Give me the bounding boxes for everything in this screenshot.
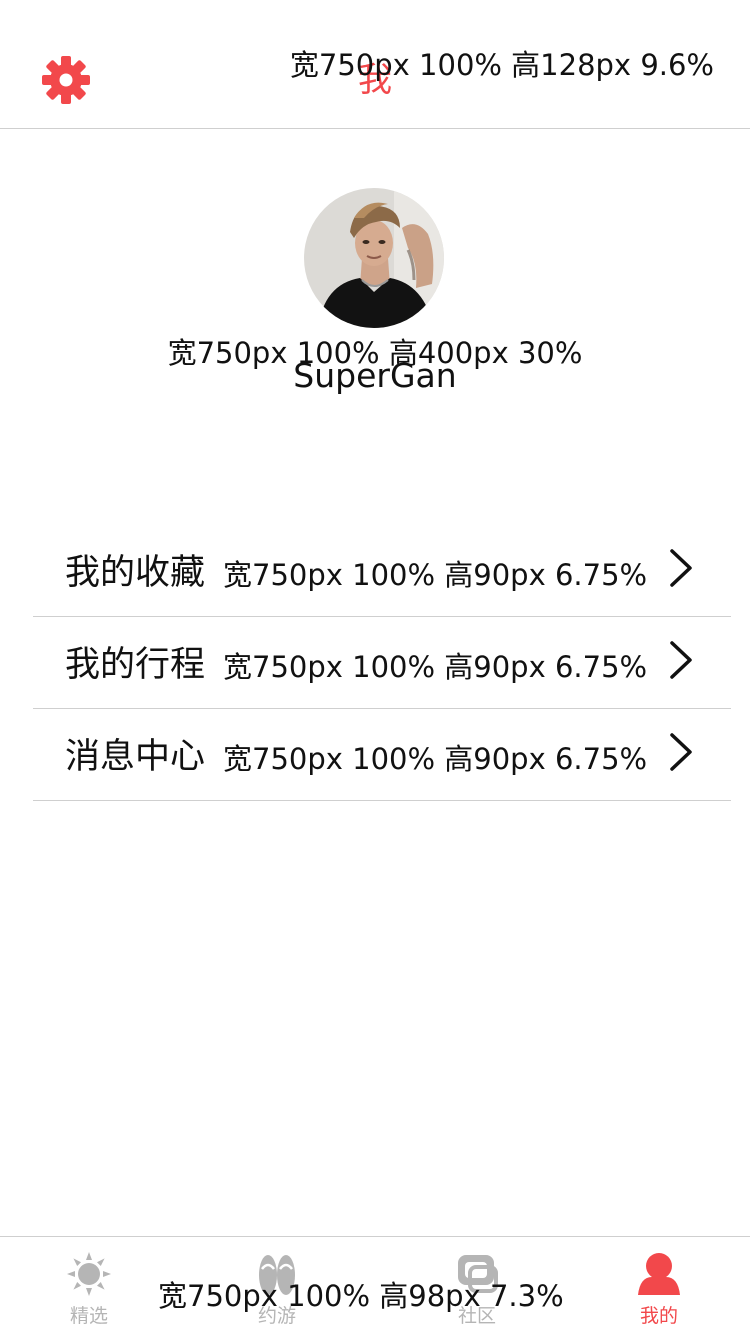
chevron-right-icon: [670, 641, 692, 679]
sun-icon: [67, 1252, 111, 1296]
chevron-right-icon: [670, 549, 692, 587]
header-bar: 我 宽750px 100% 高128px 9.6%: [0, 0, 750, 129]
menu-item-size-annotation: 宽750px 100% 高90px 6.75%: [223, 742, 648, 776]
menu-item-size-annotation: 宽750px 100% 高90px 6.75%: [223, 558, 648, 592]
username: SuperGan: [293, 356, 457, 395]
menu-item-itinerary[interactable]: 我的行程 宽750px 100% 高90px 6.75%: [33, 618, 731, 709]
header-size-annotation: 宽750px 100% 高128px 9.6%: [289, 48, 714, 82]
chevron-right-icon: [670, 733, 692, 771]
tab-bar: 精选 约游 社区 我的 宽750px 100% 高98px 7.3%: [0, 1236, 750, 1335]
menu-item-favorites[interactable]: 我的收藏 宽750px 100% 高90px 6.75%: [33, 526, 731, 617]
avatar-photo: [304, 188, 444, 328]
tab-label: 精选: [69, 1305, 108, 1327]
menu-item-label: 我的行程: [65, 645, 206, 685]
tab-label: 我的: [639, 1305, 678, 1327]
avatar[interactable]: [304, 188, 444, 328]
menu-item-label: 消息中心: [65, 737, 206, 777]
tabbar-size-annotation: 宽750px 100% 高98px 7.3%: [158, 1279, 564, 1313]
menu-item-size-annotation: 宽750px 100% 高90px 6.75%: [223, 650, 648, 684]
tab-featured[interactable]: 精选: [14, 1237, 164, 1335]
menu-item-label: 我的收藏: [65, 553, 206, 593]
menu-item-messages[interactable]: 消息中心 宽750px 100% 高90px 6.75%: [33, 710, 731, 801]
person-icon: [638, 1253, 680, 1295]
tab-mine[interactable]: 我的: [584, 1237, 734, 1335]
